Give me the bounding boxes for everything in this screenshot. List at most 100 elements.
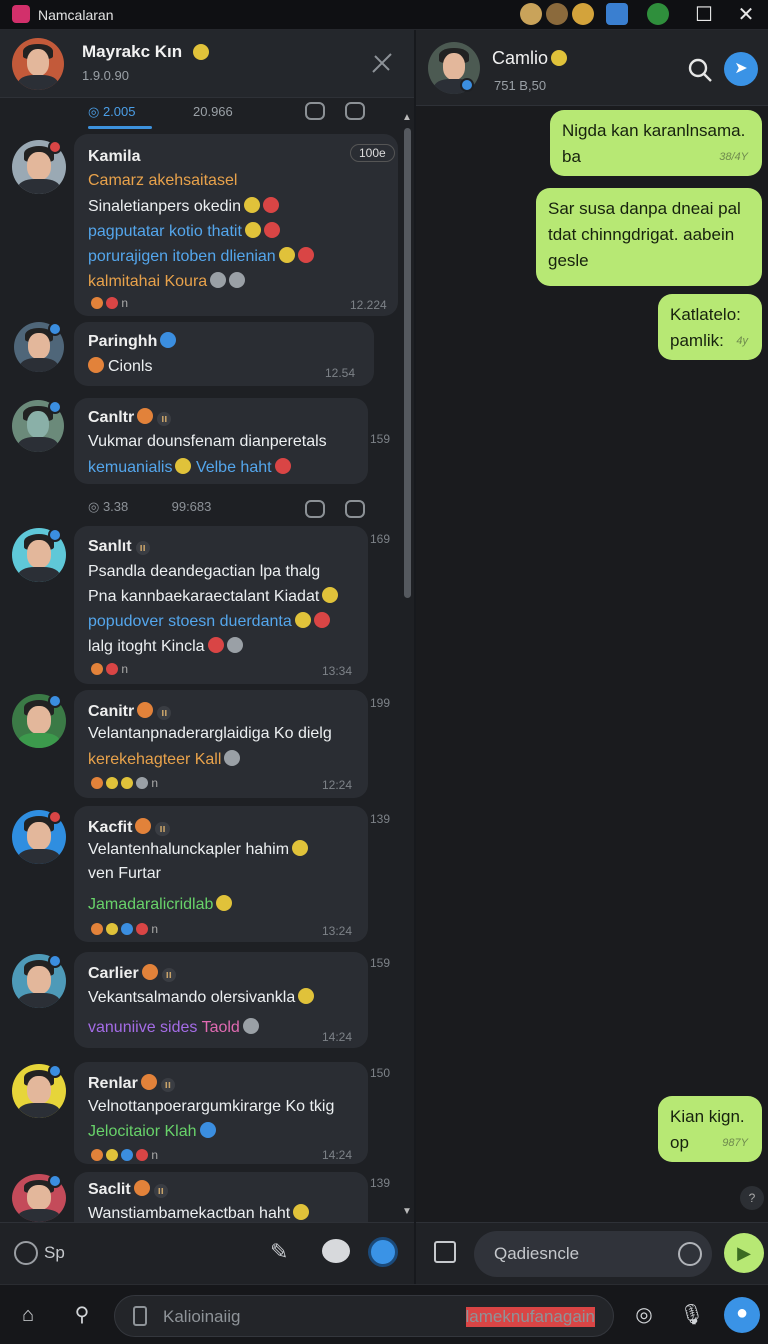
message-line: vanuniive sides Taold xyxy=(88,1018,259,1037)
reaction-row: n xyxy=(88,1148,158,1162)
level-badge: ıı xyxy=(157,412,172,426)
left-composer: Sp ✎ xyxy=(0,1222,414,1284)
smile-emoji-icon xyxy=(193,44,209,60)
emoji-icon xyxy=(298,988,315,1004)
message-line: kemuanialis Velbe haht xyxy=(88,458,291,477)
message-line: Camarz akehsaitasel xyxy=(88,172,238,189)
conversation-item[interactable]: Canitr ıı 199 Velantanpnaderarglaidiga Ko… xyxy=(0,690,400,800)
emoji-icon xyxy=(294,612,311,628)
side-count: 139 xyxy=(370,1176,391,1190)
close-window-button[interactable]: ✕ xyxy=(732,2,760,28)
side-count: 199 xyxy=(370,696,391,710)
list-scrollbar[interactable]: ▲ ▼ xyxy=(401,112,413,1220)
verified-badge-icon xyxy=(48,322,62,336)
verified-icon xyxy=(160,332,177,348)
emoji-picker-icon[interactable] xyxy=(678,1242,702,1266)
chat-composer: Qadiesncle ▶ xyxy=(416,1222,768,1284)
outgoing-message[interactable]: Katlatelo: pamlik: 4y xyxy=(658,294,762,360)
emoji-icon xyxy=(322,587,339,603)
bottom-input-hint: lameknufanagain xyxy=(465,1307,595,1327)
send-button[interactable]: ▶ xyxy=(724,1233,764,1273)
emoji-icon xyxy=(229,272,246,288)
notes-tray-icon[interactable] xyxy=(606,3,628,25)
message-time: 12:24 xyxy=(322,778,353,792)
scroll-down-icon[interactable]: ▼ xyxy=(402,1206,412,1217)
message-time: 12.54 xyxy=(325,366,356,380)
emoji-icon xyxy=(292,840,309,856)
left-composer-label: Sp xyxy=(44,1243,65,1262)
bottom-input-placeholder: Kalioinaiig xyxy=(163,1307,241,1326)
search-icon[interactable] xyxy=(686,56,714,84)
home-icon[interactable]: ⌂ xyxy=(12,1299,44,1331)
status-icon[interactable] xyxy=(14,1241,38,1265)
emoji-tray-icon[interactable] xyxy=(546,3,568,25)
camera-icon[interactable]: ◎ xyxy=(628,1299,660,1331)
microphone-icon[interactable]: 🎙 xyxy=(676,1299,708,1331)
conversation-item[interactable]: Kamila 100e Camarz akehsaitasel Sinaleti… xyxy=(0,134,400,320)
message-time: 14:24 xyxy=(322,1030,353,1044)
conversation-item[interactable]: Renlar ıı 150 Velnottanpoerargumkirarge K… xyxy=(0,1060,400,1164)
gift-tray-icon[interactable] xyxy=(572,3,594,25)
outgoing-message[interactable]: Nigda kan karanlnsama. ba 38/4Y xyxy=(550,110,762,176)
emoji-icon xyxy=(175,458,192,474)
outgoing-message[interactable]: Kian kign. op 987Y xyxy=(658,1096,762,1162)
chat-bubble-icon[interactable] xyxy=(305,500,325,518)
list-tabs: ◎ 2.005 20.966 xyxy=(0,98,400,132)
sticker-icon[interactable] xyxy=(345,500,365,518)
bottom-bar: ⌂ ⚲ Kalioinaiig lameknufanagain ◎ 🎙 ● xyxy=(0,1284,768,1344)
unread-count: 100e xyxy=(350,144,395,162)
level-badge: ıı xyxy=(161,968,176,982)
link-icon[interactable]: ⚲ xyxy=(66,1299,98,1331)
message-input[interactable]: Qadiesncle xyxy=(474,1231,712,1277)
contact-name: Sanlıt ıı xyxy=(88,538,150,556)
avatar-tray-icon[interactable] xyxy=(520,3,542,25)
leaf-tray-icon[interactable] xyxy=(647,3,669,25)
message-line: Wanstiambamekactban haht xyxy=(88,1204,310,1223)
conversation-item[interactable]: Kacfit ıı 139 Velantenhalunckapler hahim … xyxy=(0,806,400,944)
pencil-icon[interactable]: ✎ xyxy=(270,1239,288,1265)
record-icon[interactable] xyxy=(368,1237,398,1267)
tab-other[interactable]: 20.966 xyxy=(193,104,233,119)
message-line: popudover stoesn duerdanta xyxy=(88,612,330,631)
profile-name: Mayrakc Kın xyxy=(82,42,183,61)
reaction-row: n xyxy=(88,296,128,310)
attachment-icon[interactable] xyxy=(434,1241,456,1263)
fire-icon xyxy=(133,1180,150,1196)
message-line: Sinaletianpers okedin xyxy=(88,197,279,216)
compose-icon[interactable] xyxy=(368,50,396,78)
sticker-icon[interactable] xyxy=(345,102,365,120)
emoji-icon xyxy=(274,458,291,474)
share-icon[interactable]: ➤ xyxy=(724,52,758,86)
message-time: 13:34 xyxy=(322,664,353,678)
speech-bubble-icon[interactable] xyxy=(322,1239,350,1263)
message-line: Vekantsalmando olersivankla xyxy=(88,988,315,1007)
outgoing-message[interactable]: Sar susa danpa dneai pal tdat chinngdrig… xyxy=(536,188,762,286)
clipboard-icon xyxy=(133,1306,147,1326)
side-count: 159 xyxy=(370,956,391,970)
level-badge: ıı xyxy=(135,541,150,555)
profile-status: 1.9.0.90 xyxy=(82,68,129,83)
app-logo-icon xyxy=(12,5,30,23)
message-line: lalg itoght Kincla xyxy=(88,637,243,656)
profile-avatar[interactable] xyxy=(12,38,64,90)
maximize-button[interactable]: ☐ xyxy=(690,2,718,28)
emoji-icon xyxy=(199,1122,216,1138)
scroll-up-icon[interactable]: ▲ xyxy=(402,112,412,123)
conversation-item[interactable]: Carlier ıı 159 Vekantsalmando olersivankl… xyxy=(0,950,400,1050)
message-line: Jamadaralicridlab xyxy=(88,895,233,914)
fire-icon xyxy=(140,1074,157,1090)
conversation-item[interactable]: Canltr ıı 159 Vukmar dounsfenam dianperet… xyxy=(0,396,400,486)
conversation-item[interactable]: Paringhh Cionls 12.54 xyxy=(0,320,400,386)
info-icon[interactable]: ? xyxy=(740,1186,764,1210)
conversation-item[interactable]: Saclit ıı 139 Wanstiambamekactban haht xyxy=(0,1170,400,1222)
account-icon[interactable]: ● xyxy=(724,1297,760,1333)
reaction-row: n xyxy=(88,776,158,790)
bottom-input[interactable]: Kalioinaiig lameknufanagain xyxy=(114,1295,614,1337)
chat-bubble-icon[interactable] xyxy=(305,102,325,120)
online-badge-icon xyxy=(460,78,474,92)
tab-recent[interactable]: ◎ 2.005 xyxy=(88,104,136,120)
reaction-row: n xyxy=(88,662,128,676)
conversation-item[interactable]: Sanlıt ıı 169 Psandla deandegactian lpa t… xyxy=(0,526,400,686)
message-line: kerekehagteer Kall xyxy=(88,750,241,769)
scroll-thumb[interactable] xyxy=(404,128,411,598)
